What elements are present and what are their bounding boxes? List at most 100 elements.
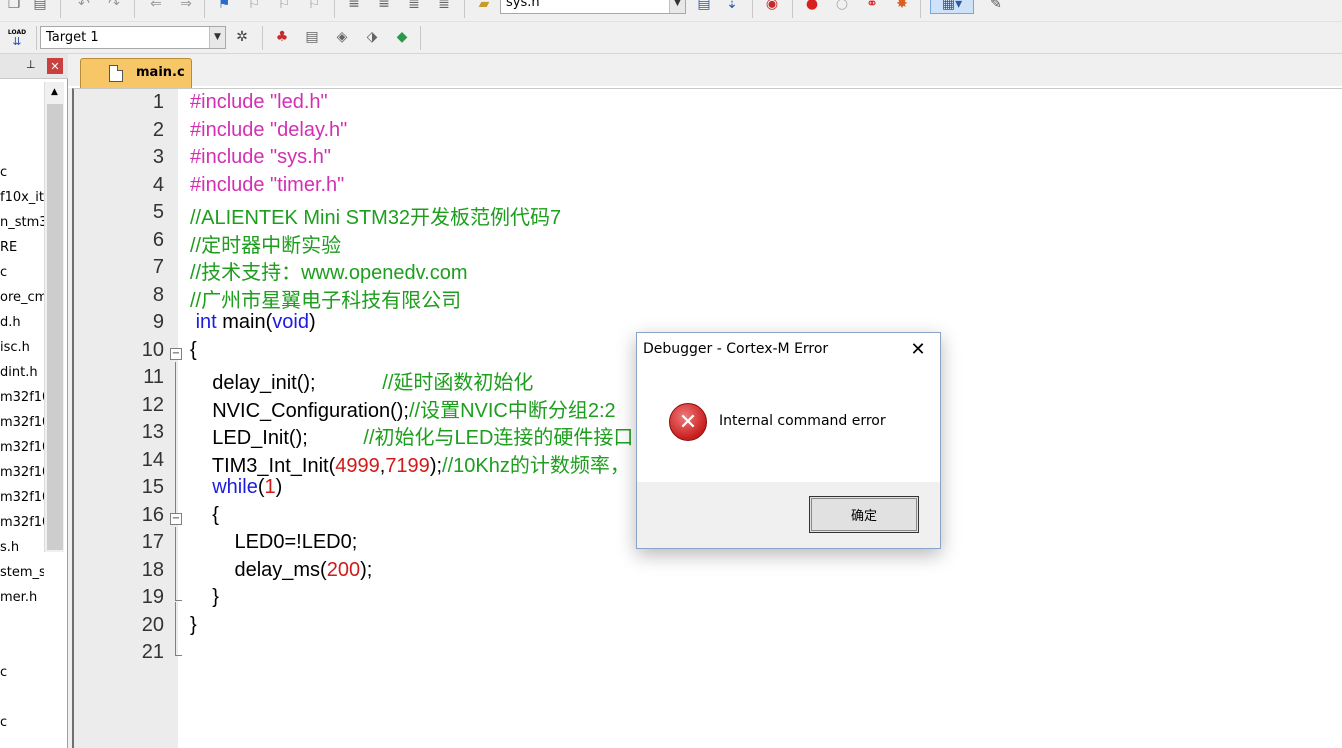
fold-toggle-icon[interactable]: −	[170, 512, 182, 525]
pack-installer-icon[interactable]: ⬗	[362, 27, 382, 47]
ok-button[interactable]: 确定	[809, 496, 919, 533]
disable-breakpoint-icon[interactable]: ○	[832, 0, 852, 14]
nav-forward-icon[interactable]: ⇒	[176, 0, 196, 14]
tree-item[interactable]: s.h	[0, 540, 19, 555]
undo-icon[interactable]: ↶	[74, 0, 94, 14]
code-token: while	[212, 476, 258, 498]
code-line[interactable]: #include "led.h"	[190, 91, 328, 114]
line-number: 1	[152, 91, 164, 113]
tree-item[interactable]: c	[0, 665, 7, 680]
code-line[interactable]: delay_init(); //延时函数初始化	[190, 366, 533, 395]
code-line[interactable]: {	[190, 504, 219, 527]
tree-item[interactable]: m32f10	[0, 440, 44, 455]
tree-item[interactable]: d.h	[0, 315, 21, 330]
code-token: //延时函数初始化	[382, 372, 534, 394]
code-line[interactable]: }	[190, 586, 219, 609]
window-layout-icon[interactable]: ▦▾	[930, 0, 974, 14]
pin-icon[interactable]: ⊥	[26, 58, 36, 71]
tree-item[interactable]: c	[0, 715, 7, 730]
error-message: Internal command error	[719, 413, 886, 429]
components-icon[interactable]: ◈	[332, 27, 352, 47]
code-token: //初始化与LED连接的硬件接口	[363, 427, 634, 449]
close-icon[interactable]: ✕	[47, 58, 63, 74]
uncomment-icon[interactable]: ≣	[434, 0, 454, 14]
code-line[interactable]: #include "delay.h"	[190, 119, 347, 142]
breakpoint-icon[interactable]: ●	[802, 0, 822, 14]
code-token: )	[308, 311, 316, 333]
indent-icon[interactable]: ≡	[344, 0, 364, 14]
code-line[interactable]: //ALIENTEK Mini STM32开发板范例代码7	[190, 201, 561, 230]
tree-item[interactable]: c	[0, 265, 7, 280]
tree-item[interactable]: f10x_it	[0, 190, 44, 205]
tree-item[interactable]: dint.h	[0, 365, 38, 380]
tree-item[interactable]: mer.h	[0, 590, 37, 605]
code-line[interactable]: LED_Init(); //初始化与LED连接的硬件接口	[190, 421, 633, 450]
chevron-down-icon[interactable]: ▼	[209, 27, 225, 48]
tree-item[interactable]: stem_s	[0, 565, 44, 580]
code-line[interactable]: #include "sys.h"	[190, 146, 331, 169]
tab-main-c[interactable]: main.c	[80, 58, 192, 88]
tree-item[interactable]: m32f10	[0, 415, 44, 430]
nav-back-icon[interactable]: ⇐	[146, 0, 166, 14]
paste-icon[interactable]: ▤	[30, 0, 50, 14]
find-in-files-icon[interactable]: ▰	[474, 0, 494, 14]
code-line[interactable]: delay_ms(200);	[190, 559, 372, 582]
fold-toggle-icon[interactable]: −	[170, 347, 182, 360]
tree-item[interactable]: m32f10	[0, 490, 44, 505]
bookmark-icon[interactable]: ⚑	[214, 0, 234, 14]
tree-item[interactable]: n_stm3	[0, 215, 44, 230]
load-icon[interactable]: LOAD ⇊	[6, 27, 28, 49]
code-line[interactable]: {	[190, 339, 197, 362]
file-combo-value: sys.h	[506, 0, 540, 10]
line-number: 14	[141, 448, 164, 471]
code-line[interactable]: int main(void)	[190, 311, 316, 334]
tree-item[interactable]: m32f10	[0, 465, 44, 480]
code-line[interactable]: LED0=!LED0;	[190, 531, 357, 554]
code-line[interactable]: //定时器中断实验	[190, 229, 341, 258]
browse-icon[interactable]: ▤	[694, 0, 714, 14]
fold-end	[175, 600, 182, 601]
scroll-up-icon[interactable]: ▲	[45, 82, 64, 102]
download-icon[interactable]: ⇣	[722, 0, 742, 14]
line-number: 6	[152, 228, 164, 251]
tree-item[interactable]: c	[0, 165, 7, 180]
next-bookmark-icon[interactable]: ⚐	[274, 0, 294, 14]
code-token: //技术支持：www.openedv.com	[190, 262, 468, 284]
code-token: void	[272, 311, 309, 333]
tree-item[interactable]: isc.h	[0, 340, 30, 355]
line-number: 9	[152, 311, 164, 333]
kill-all-breakpoints-icon[interactable]: ✸	[892, 0, 912, 14]
chevron-down-icon[interactable]: ▼	[669, 0, 685, 13]
code-token: delay_ms(	[190, 558, 327, 581]
manage-project-icon[interactable]: ♣	[272, 27, 292, 47]
tree-item[interactable]: RE	[0, 240, 17, 255]
multi-project-icon[interactable]: ▤	[302, 27, 322, 47]
code-line[interactable]: //广州市星翼电子科技有限公司	[190, 284, 461, 313]
tree-item[interactable]: ore_cm	[0, 290, 44, 305]
dialog-close-symbol: ✕	[910, 338, 926, 360]
tree-item[interactable]: m32f10	[0, 390, 44, 405]
copy-icon[interactable]: ❐	[4, 0, 24, 14]
prev-bookmark-icon[interactable]: ⚐	[244, 0, 264, 14]
configure-icon[interactable]: ✎	[986, 0, 1006, 14]
tree-item[interactable]: m32f10	[0, 515, 44, 530]
code-line[interactable]: TIM3_Int_Init(4999,7199);//10Khz的计数频率，	[190, 449, 630, 478]
close-icon[interactable]: ✕	[906, 337, 930, 361]
code-line[interactable]: //技术支持：www.openedv.com	[190, 256, 468, 285]
code-line[interactable]: #include "timer.h"	[190, 174, 344, 197]
disable-all-breakpoints-icon[interactable]: ⚭	[862, 0, 882, 14]
runtime-env-icon[interactable]: ◆	[392, 27, 412, 47]
target-select[interactable]: Target 1 ▼	[40, 26, 226, 49]
clear-bookmarks-icon[interactable]: ⚐	[304, 0, 324, 14]
code-line[interactable]: while(1)	[190, 476, 282, 499]
redo-icon[interactable]: ↷	[104, 0, 124, 14]
target-options-icon[interactable]: ✲	[232, 27, 252, 47]
debug-icon[interactable]: ◉	[762, 0, 782, 14]
comment-icon[interactable]: ≣	[404, 0, 424, 14]
unindent-icon[interactable]: ≡	[374, 0, 394, 14]
code-line[interactable]: NVIC_Configuration();//设置NVIC中断分组2:2	[190, 394, 615, 423]
code-line[interactable]: }	[190, 614, 197, 637]
project-tree-scrollbar[interactable]: ▲	[44, 82, 64, 552]
scroll-thumb[interactable]	[47, 104, 63, 550]
file-combo[interactable]: sys.h ▼	[500, 0, 686, 14]
